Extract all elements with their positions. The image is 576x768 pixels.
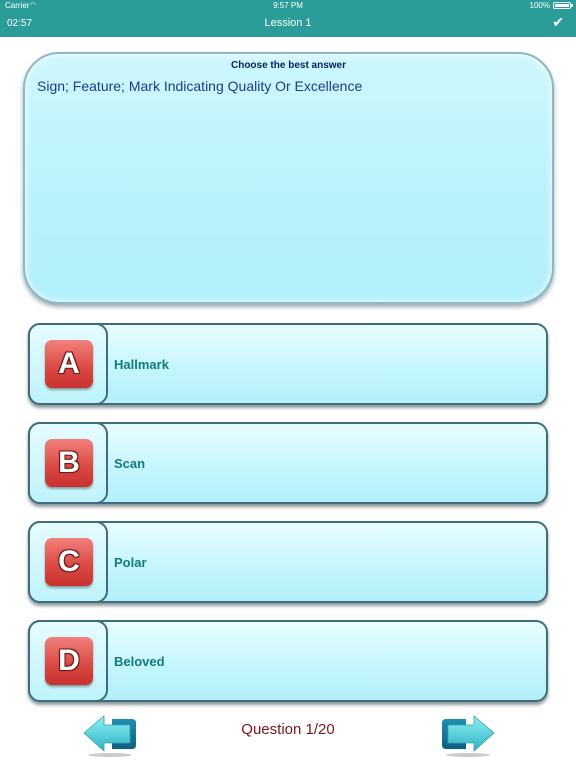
answer-letter-box: C xyxy=(28,521,108,603)
status-time: 9:57 PM xyxy=(273,1,303,10)
next-arrow-icon[interactable] xyxy=(440,713,496,757)
answer-letter-box: D xyxy=(28,620,108,702)
question-card: Choose the best answer Sign; Feature; Ma… xyxy=(23,52,554,304)
battery-icon xyxy=(553,2,571,9)
answer-label: Hallmark xyxy=(114,357,169,372)
checkmark-icon[interactable]: ✔ xyxy=(552,14,564,31)
answer-letter-badge: B xyxy=(45,439,93,487)
answer-letter-box: B xyxy=(28,422,108,504)
battery-percent: 100% xyxy=(529,1,550,10)
answer-option-c[interactable]: C Polar xyxy=(28,521,548,603)
question-text: Sign; Feature; Mark Indicating Quality O… xyxy=(37,78,363,94)
question-instruction: Choose the best answer xyxy=(230,60,347,71)
answer-option-d[interactable]: D Beloved xyxy=(28,620,548,702)
top-bar: Carrier ◠ 9:57 PM 100% 02:57 Lession 1 ✔ xyxy=(0,0,576,37)
answer-option-b[interactable]: B Scan xyxy=(28,422,548,504)
battery-cap xyxy=(571,4,573,7)
answer-letter-badge: A xyxy=(45,340,93,388)
status-bar: Carrier ◠ 9:57 PM 100% xyxy=(0,0,576,12)
answer-letter-badge: C xyxy=(45,538,93,586)
answer-letter-box: A xyxy=(28,323,108,405)
answer-label: Polar xyxy=(114,555,147,570)
answer-label: Scan xyxy=(114,456,146,471)
answer-letter-badge: D xyxy=(45,637,93,685)
page-title: Lession 1 xyxy=(264,17,312,29)
quiz-screen: Carrier ◠ 9:57 PM 100% 02:57 Lession 1 ✔… xyxy=(0,0,576,768)
answer-label: Beloved xyxy=(114,654,165,669)
answer-option-a[interactable]: A Hallmark xyxy=(28,323,548,405)
